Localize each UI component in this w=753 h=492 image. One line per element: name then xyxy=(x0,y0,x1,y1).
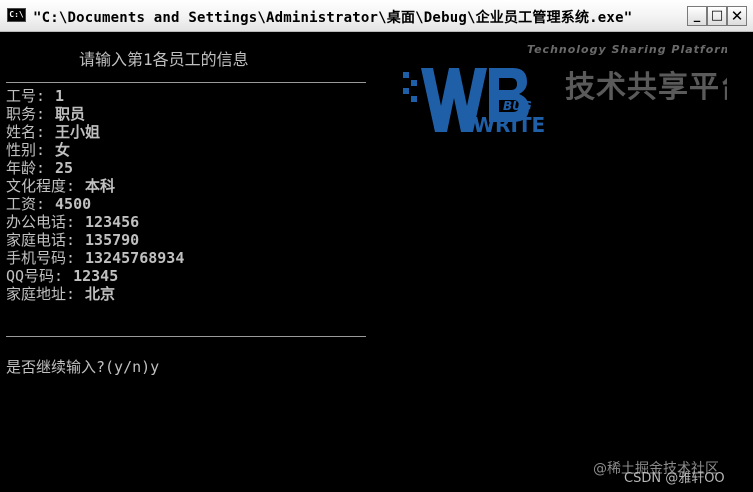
console-line-employee-id: 工号: 1 xyxy=(6,87,65,105)
watermark-brand: 技术共享平台 xyxy=(565,70,751,105)
bottom-divider xyxy=(6,336,366,337)
logo-text-write: WRITE xyxy=(473,113,545,136)
console-line-address: 家庭地址: 北京 xyxy=(6,285,116,303)
console-line-mobile: 手机号码: 13245768934 xyxy=(6,249,185,267)
console-line-name: 姓名: 王小姐 xyxy=(6,123,101,141)
console-line-salary: 工资: 4500 xyxy=(6,195,92,213)
console-line-education: 文化程度: 本科 xyxy=(6,177,116,195)
window-title: "C:\Documents and Settings\Administrator… xyxy=(33,10,633,26)
console-line-home-phone: 家庭电话: 135790 xyxy=(6,231,140,249)
top-divider xyxy=(6,82,366,83)
console-line-age: 年龄: 25 xyxy=(6,159,74,177)
bugwrite-logo-icon: BUG WRITE xyxy=(403,68,545,136)
console-line-position: 职务: 职员 xyxy=(6,105,86,123)
maximize-button[interactable]: □ xyxy=(707,6,727,26)
watermark-tagline: Technology Sharing Platform xyxy=(527,43,734,56)
console-line-qq: QQ号码: 12345 xyxy=(6,267,119,285)
console-scrollbar[interactable] xyxy=(727,32,753,492)
continue-prompt: 是否继续输入?(y/n)y xyxy=(6,358,160,376)
console-line-office-phone: 办公电话: 123456 xyxy=(6,213,140,231)
console-window: C:\ "C:\Documents and Settings\Administr… xyxy=(0,0,753,492)
logo-text-bug: BUG xyxy=(503,99,532,113)
console-app-icon[interactable]: C:\ xyxy=(7,8,26,22)
console-heading: 请输入第1各员工的信息 xyxy=(79,50,249,69)
console-line-gender: 性别: 女 xyxy=(6,141,71,159)
title-bar[interactable]: C:\ "C:\Documents and Settings\Administr… xyxy=(0,0,753,32)
minimize-button[interactable]: _ xyxy=(687,6,707,26)
watermark-footer-csdn: CSDN @雅轩OO xyxy=(624,471,725,486)
close-button[interactable]: ✕ xyxy=(727,6,747,26)
